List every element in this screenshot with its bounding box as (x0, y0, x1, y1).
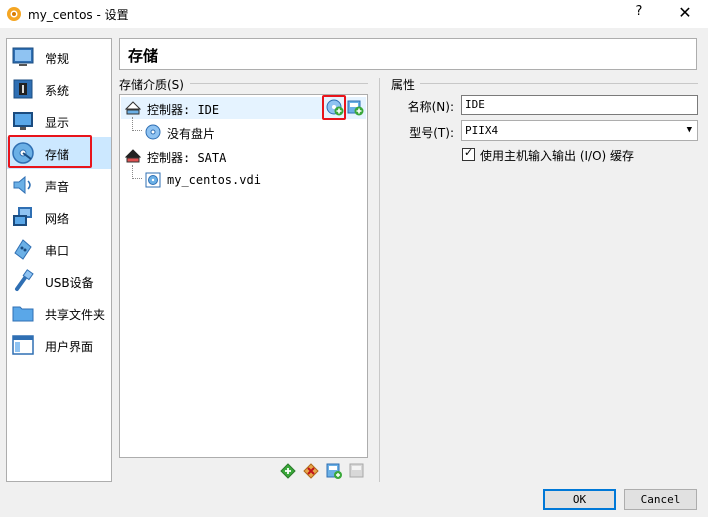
controller-icon (125, 149, 141, 163)
settings-category-list: 常规 系统 显示 存储 声音 网络 串口 USB设备 共享文件夹 用户界面 (6, 38, 112, 482)
group-divider (420, 83, 698, 84)
title-bar: my_centos - 设置 ? ✕ (0, 0, 708, 28)
usb-icon (15, 269, 34, 291)
host-io-cache-checkbox[interactable]: ✓ (462, 146, 475, 161)
controller-icon (125, 101, 141, 115)
sidebar-item-usb[interactable]: USB设备 (7, 265, 111, 297)
sidebar-item-audio[interactable]: 声音 (7, 169, 111, 201)
storage-devices-label: 存储介质(S) (119, 78, 184, 92)
help-button[interactable]: ? (628, 4, 650, 24)
tree-row-empty-optical[interactable]: 没有盘片 (121, 121, 366, 143)
shared-folder-icon (12, 306, 34, 322)
virtualbox-gear-icon (7, 7, 21, 21)
group-divider (190, 83, 368, 84)
hard-disk-icon (145, 172, 161, 188)
sidebar-item-general[interactable]: 常规 (7, 41, 111, 73)
type-label: 型号(T): (409, 126, 454, 140)
add-attachment-icon[interactable] (325, 462, 343, 480)
sidebar-item-system[interactable]: 系统 (7, 73, 111, 105)
sidebar-item-user-interface[interactable]: 用户界面 (7, 329, 111, 361)
close-button[interactable]: ✕ (672, 2, 698, 24)
sidebar-item-shared-folders[interactable]: 共享文件夹 (7, 297, 111, 329)
system-chip-icon (13, 79, 33, 99)
add-controller-icon[interactable] (279, 462, 297, 480)
page-title: 存储 (128, 47, 159, 65)
display-monitor-icon (13, 112, 33, 130)
checkmark-icon: ✓ (464, 146, 474, 159)
general-icon (12, 47, 34, 66)
network-icon (13, 207, 32, 226)
host-io-cache-label: 使用主机输入输出 (I/O) 缓存 (480, 149, 635, 163)
tree-row-sata-controller[interactable]: 控制器: SATA (121, 145, 366, 167)
ok-button[interactable]: OK (543, 489, 616, 510)
storage-tree: 控制器: IDE 没有盘片 控制器: SATA my_centos.vdi (119, 94, 368, 458)
controller-type-select[interactable]: PIIX4 ▼ (461, 120, 698, 141)
panel-divider (379, 78, 380, 482)
sidebar-item-serial[interactable]: 串口 (7, 233, 111, 265)
page-title-panel: 存储 (119, 38, 697, 70)
tree-row-vdi-disk[interactable]: my_centos.vdi (121, 169, 366, 191)
sidebar-item-network[interactable]: 网络 (7, 201, 111, 233)
speaker-icon (13, 175, 31, 195)
optical-disc-icon (145, 124, 161, 140)
highlight-box-storage (8, 135, 92, 168)
remove-attachment-icon (349, 463, 364, 478)
window-title: my_centos - 设置 (28, 8, 129, 22)
sidebar-item-display[interactable]: 显示 (7, 105, 111, 137)
attributes-label: 属性 (391, 78, 416, 92)
controller-type-value: PIIX4 (465, 124, 499, 137)
remove-controller-icon[interactable] (302, 462, 320, 480)
controller-name-input[interactable]: IDE (461, 95, 698, 115)
chevron-down-icon: ▼ (686, 125, 692, 135)
user-interface-icon (12, 335, 34, 355)
add-hard-disk-icon[interactable] (346, 98, 364, 116)
name-label: 名称(N): (407, 100, 454, 114)
serial-port-icon (14, 239, 32, 260)
highlight-box-add-drive (322, 95, 346, 120)
cancel-button[interactable]: Cancel (624, 489, 697, 510)
